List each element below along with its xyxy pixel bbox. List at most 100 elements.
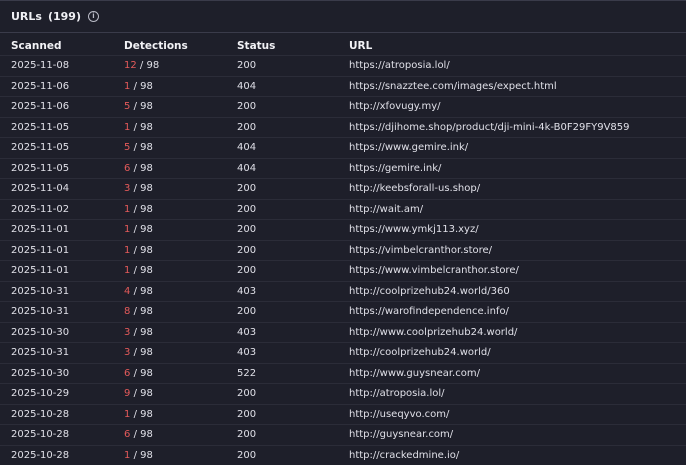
- url-link[interactable]: http://wait.am/: [338, 198, 686, 220]
- table-row[interactable]: 2025-11-06 1 / 98 404 https://snazztee.com/…: [0, 75, 686, 97]
- total-engines: / 98: [133, 367, 153, 379]
- total-engines: / 98: [133, 162, 153, 174]
- total-engines: / 98: [133, 101, 153, 113]
- positive-detections: 5: [124, 142, 131, 154]
- column-header-url[interactable]: URL: [338, 37, 686, 56]
- detections-cell: 8 / 98: [113, 301, 226, 322]
- total-engines: / 98: [133, 244, 153, 256]
- detections-cell: 1 / 98: [113, 403, 226, 425]
- total-engines: / 98: [133, 347, 153, 359]
- url-link[interactable]: http://keebsforall-us.shop/: [338, 178, 686, 199]
- total-engines: / 98: [133, 285, 153, 297]
- total-engines: / 98: [133, 142, 153, 154]
- positive-detections: 1: [124, 449, 131, 461]
- table-row[interactable]: 2025-10-29 9 / 98 200 http://atroposia.lol/: [0, 383, 686, 404]
- table-row[interactable]: 2025-10-28 1 / 98 200 http://useqyvo.com/: [0, 403, 686, 425]
- detections-cell: 3 / 98: [113, 342, 226, 363]
- http-status: 200: [226, 178, 338, 199]
- url-link[interactable]: http://xfovugy.my/: [338, 96, 686, 117]
- url-link[interactable]: https://gemire.ink/: [338, 157, 686, 179]
- scanned-date: 2025-11-01: [0, 239, 113, 261]
- url-link[interactable]: https://snazztee.com/images/expect.html: [338, 75, 686, 97]
- detections-cell: 3 / 98: [113, 178, 226, 199]
- detections-cell: 5 / 98: [113, 96, 226, 117]
- total-engines: / 98: [133, 449, 153, 461]
- url-link[interactable]: https://www.gemire.ink/: [338, 137, 686, 158]
- scanned-date: 2025-10-30: [0, 362, 113, 384]
- total-engines: / 98: [133, 429, 153, 441]
- info-icon[interactable]: i: [88, 11, 99, 22]
- positive-detections: 4: [124, 285, 131, 297]
- section-title: URLs: [11, 10, 42, 23]
- http-status: 200: [226, 116, 338, 138]
- positive-detections: 1: [124, 203, 131, 215]
- total-engines: / 98: [133, 306, 153, 318]
- table-row[interactable]: 2025-10-30 6 / 98 522 http://www.guysnear.c…: [0, 362, 686, 384]
- scanned-date: 2025-11-05: [0, 137, 113, 158]
- positive-detections: 1: [124, 265, 131, 277]
- detections-cell: 9 / 98: [113, 383, 226, 404]
- column-header-status[interactable]: Status: [226, 37, 338, 56]
- table-row[interactable]: 2025-10-31 8 / 98 200 https://warofindepend…: [0, 301, 686, 322]
- positive-detections: 9: [124, 388, 131, 400]
- url-link[interactable]: https://vimbelcranthor.store/: [338, 239, 686, 261]
- table-row[interactable]: 2025-11-02 1 / 98 200 http://wait.am/: [0, 198, 686, 220]
- detections-cell: 1 / 98: [113, 239, 226, 261]
- url-link[interactable]: http://guysnear.com/: [338, 424, 686, 445]
- scanned-date: 2025-11-06: [0, 96, 113, 117]
- column-header-scanned[interactable]: Scanned: [0, 37, 113, 56]
- scanned-date: 2025-10-28: [0, 424, 113, 445]
- scanned-date: 2025-11-05: [0, 157, 113, 179]
- scanned-date: 2025-11-01: [0, 260, 113, 281]
- table-row[interactable]: 2025-11-05 5 / 98 404 https://www.gemire.in…: [0, 137, 686, 158]
- url-link[interactable]: https://www.vimbelcranthor.store/: [338, 260, 686, 281]
- table-row[interactable]: 2025-10-28 6 / 98 200 http://guysnear.com/: [0, 424, 686, 445]
- url-link[interactable]: http://coolprizehub24.world/360: [338, 280, 686, 302]
- table-row[interactable]: 2025-11-01 1 / 98 200 https://www.vimbelcra…: [0, 260, 686, 281]
- url-link[interactable]: https://djihome.shop/product/dji-mini-4k…: [338, 116, 686, 138]
- http-status: 404: [226, 157, 338, 179]
- table-row[interactable]: 2025-11-05 1 / 98 200 https://djihome.shop/…: [0, 116, 686, 138]
- table-row[interactable]: 2025-11-05 6 / 98 404 https://gemire.ink/: [0, 157, 686, 179]
- positive-detections: 1: [124, 244, 131, 256]
- url-link[interactable]: https://warofindependence.info/: [338, 301, 686, 322]
- url-link[interactable]: http://useqyvo.com/: [338, 403, 686, 425]
- table-row[interactable]: 2025-11-01 1 / 98 200 https://www.ymkj113.x…: [0, 219, 686, 240]
- http-status: 403: [226, 342, 338, 363]
- table-row[interactable]: 2025-10-30 3 / 98 403 http://www.coolprizeh…: [0, 321, 686, 343]
- url-link[interactable]: http://crackedmine.io/: [338, 444, 686, 465]
- table-row[interactable]: 2025-11-08 12 / 98 200 https://atroposia.lo…: [0, 55, 686, 76]
- table-row[interactable]: 2025-10-31 4 / 98 403 http://coolprizehub24…: [0, 280, 686, 302]
- detections-cell: 4 / 98: [113, 280, 226, 302]
- http-status: 200: [226, 55, 338, 76]
- scanned-date: 2025-10-31: [0, 342, 113, 363]
- http-status: 200: [226, 383, 338, 404]
- total-engines: / 98: [133, 224, 153, 236]
- detections-cell: 6 / 98: [113, 424, 226, 445]
- positive-detections: 12: [124, 60, 137, 72]
- table-row[interactable]: 2025-10-31 3 / 98 403 http://coolprizehub24…: [0, 342, 686, 363]
- table-row[interactable]: 2025-11-01 1 / 98 200 https://vimbelcrantho…: [0, 239, 686, 261]
- http-status: 200: [226, 198, 338, 220]
- table-header-row: Scanned Detections Status URL: [0, 37, 686, 56]
- url-link[interactable]: https://www.ymkj113.xyz/: [338, 219, 686, 240]
- scanned-date: 2025-11-05: [0, 116, 113, 138]
- scanned-date: 2025-10-31: [0, 280, 113, 302]
- url-link[interactable]: http://www.guysnear.com/: [338, 362, 686, 384]
- url-link[interactable]: http://coolprizehub24.world/: [338, 342, 686, 363]
- table-row[interactable]: 2025-10-28 1 / 98 200 http://crackedmine.io…: [0, 444, 686, 465]
- column-header-detections[interactable]: Detections: [113, 37, 226, 56]
- url-link[interactable]: https://atroposia.lol/: [338, 55, 686, 76]
- table-row[interactable]: 2025-11-06 5 / 98 200 http://xfovugy.my/: [0, 96, 686, 117]
- total-engines: / 98: [133, 203, 153, 215]
- http-status: 200: [226, 260, 338, 281]
- http-status: 404: [226, 137, 338, 158]
- positive-detections: 1: [124, 224, 131, 236]
- http-status: 200: [226, 444, 338, 465]
- table-row[interactable]: 2025-11-04 3 / 98 200 http://keebsforall-us…: [0, 178, 686, 199]
- url-link[interactable]: http://atroposia.lol/: [338, 383, 686, 404]
- positive-detections: 6: [124, 367, 131, 379]
- detections-cell: 1 / 98: [113, 198, 226, 220]
- total-engines: / 98: [133, 121, 153, 133]
- url-link[interactable]: http://www.coolprizehub24.world/: [338, 321, 686, 343]
